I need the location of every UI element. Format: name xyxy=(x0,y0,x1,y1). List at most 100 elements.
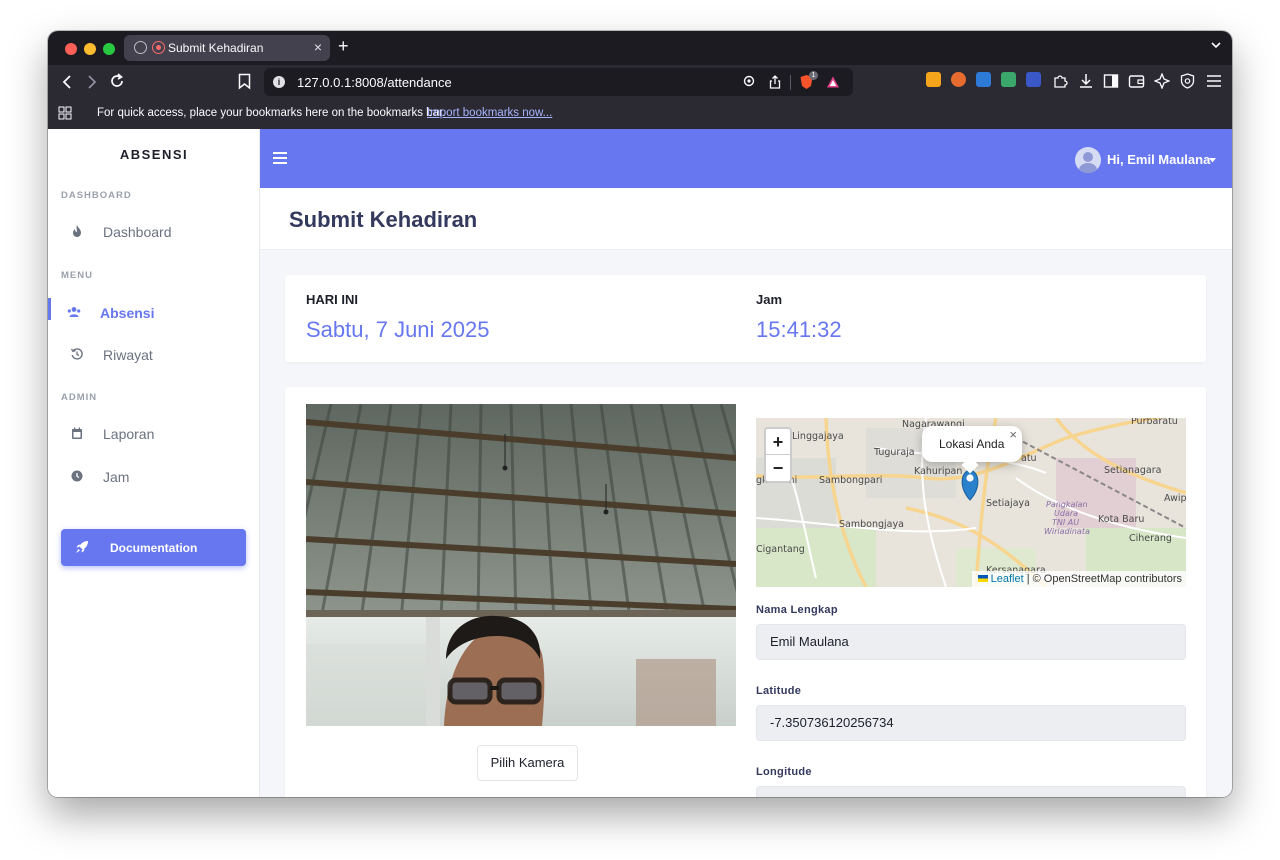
url-text[interactable]: 127.0.0.1:8008/attendance xyxy=(297,75,452,90)
nav-bar: i 127.0.0.1:8008/attendance 1 xyxy=(48,65,1232,99)
sidebar-item-jam[interactable]: Jam xyxy=(48,460,260,494)
map-label-cigantang: Cigantang xyxy=(756,544,805,555)
browser-window: Submit Kehadiran × + i 127.0.0.1:8008/at… xyxy=(48,31,1232,797)
documentation-button[interactable]: Documentation xyxy=(61,529,246,566)
section-heading-admin: ADMIN xyxy=(61,392,98,403)
user-dropdown[interactable]: Hi, Emil Maulana xyxy=(1075,147,1216,173)
extensions-puzzle-icon[interactable] xyxy=(1052,73,1068,89)
date-time-card: HARI INI Sabtu, 7 Juni 2025 Jam 15:41:32 xyxy=(285,275,1206,362)
time-value: 15:41:32 xyxy=(756,317,842,342)
popup-text: Lokasi Anda xyxy=(939,437,1005,451)
name-field[interactable]: Emil Maulana xyxy=(756,624,1186,660)
camera-feed-image xyxy=(306,404,736,726)
ukraine-flag-icon xyxy=(977,575,988,582)
caret-down-icon xyxy=(1209,158,1216,163)
divider xyxy=(790,75,791,90)
globe-icon xyxy=(134,41,147,54)
map-label-tniau: TNI AU xyxy=(1052,518,1079,527)
map-label-awipari: Awipar xyxy=(1164,493,1186,504)
today-value: Sabtu, 7 Juni 2025 xyxy=(306,317,490,342)
extension-blue-icon[interactable] xyxy=(1026,72,1041,87)
map-attribution: Leaflet | © OpenStreetMap contributors xyxy=(971,571,1186,587)
info-icon[interactable]: i xyxy=(273,76,285,88)
maximize-window-button[interactable] xyxy=(103,43,115,55)
brave-rewards-icon[interactable] xyxy=(826,75,840,89)
menu-icon[interactable] xyxy=(1206,74,1222,88)
location-map[interactable]: Nagarawangi Purbaratu Linggajaya Tuguraj… xyxy=(756,418,1186,587)
sidebar-item-absensi[interactable]: Absensi xyxy=(48,296,260,330)
osm-attribution: | © OpenStreetMap contributors xyxy=(1026,573,1182,585)
sidebar-item-label: Jam xyxy=(103,469,130,485)
longitude-label: Longitude xyxy=(756,766,812,778)
longitude-field[interactable] xyxy=(756,786,1186,797)
vpn-shield-icon[interactable] xyxy=(1180,73,1195,89)
hamburger-menu-icon[interactable] xyxy=(273,151,287,165)
extension-grid-icon[interactable] xyxy=(926,72,941,87)
map-label-kahuripan: Kahuripan xyxy=(914,466,962,477)
minimize-window-button[interactable] xyxy=(84,43,96,55)
today-label: HARI INI xyxy=(306,292,358,307)
tab-close-button[interactable]: × xyxy=(314,39,322,55)
shield-badge: 1 xyxy=(809,71,818,80)
top-navbar: Hi, Emil Maulana xyxy=(260,129,1232,188)
leaflet-link[interactable]: Leaflet xyxy=(991,573,1024,585)
bookmark-icon[interactable] xyxy=(238,73,251,90)
map-label-sambongpari: Sambongpari xyxy=(819,475,882,486)
sidebar-item-riwayat[interactable]: Riwayat xyxy=(48,338,260,372)
leo-ai-icon[interactable] xyxy=(1154,73,1170,89)
users-icon xyxy=(67,307,81,317)
share-icon[interactable] xyxy=(768,75,782,89)
download-icon[interactable] xyxy=(1078,73,1094,89)
reload-icon[interactable] xyxy=(109,73,125,89)
map-label-wiriadinata: Wiriadinata xyxy=(1044,527,1090,536)
map-zoom-control: + − xyxy=(764,427,792,483)
calendar-icon xyxy=(72,427,82,439)
map-label-setianagara: Setianagara xyxy=(1104,465,1161,476)
clock-icon xyxy=(71,470,83,482)
import-bookmarks-link[interactable]: Import bookmarks now... xyxy=(427,107,552,119)
popup-close-button[interactable]: × xyxy=(1009,427,1017,442)
chevron-down-icon[interactable] xyxy=(1210,39,1222,51)
name-label: Nama Lengkap xyxy=(756,604,838,616)
browser-tab[interactable]: Submit Kehadiran × xyxy=(124,35,330,61)
wallet-icon[interactable] xyxy=(1128,73,1145,89)
section-header: Submit Kehadiran xyxy=(260,188,1232,250)
sidebar: ABSENSI DASHBOARD Dashboard MENU Absensi… xyxy=(48,129,260,797)
back-icon[interactable] xyxy=(60,74,74,90)
extension-fox-icon[interactable] xyxy=(951,72,966,87)
documentation-label: Documentation xyxy=(110,541,198,555)
close-window-button[interactable] xyxy=(65,43,77,55)
map-label-setiajaya: Setiajaya xyxy=(986,498,1030,509)
apps-grid-icon[interactable] xyxy=(58,106,72,120)
new-tab-button[interactable]: + xyxy=(338,36,349,57)
map-label-atu: atu xyxy=(1021,453,1037,464)
sidebar-item-label: Laporan xyxy=(103,426,155,442)
extension-fi-icon[interactable] xyxy=(976,72,991,87)
map-popup: Lokasi Anda × xyxy=(922,426,1022,474)
map-label-ciherang: Ciherang xyxy=(1129,533,1172,544)
user-greeting: Hi, Emil Maulana xyxy=(1107,152,1211,167)
attendance-form-card: Pilih Kamera Nagarawangi Purbaratu Lingg… xyxy=(285,387,1206,797)
zoom-out-button[interactable]: − xyxy=(766,455,790,481)
map-label-pangkalan: Pangkalan xyxy=(1046,500,1088,509)
tab-title: Submit Kehadiran xyxy=(168,41,264,55)
brand-logo[interactable]: ABSENSI xyxy=(48,147,260,162)
map-label-kotabaru: Kota Baru xyxy=(1098,514,1144,525)
sidebar-item-label: Riwayat xyxy=(103,347,153,363)
forward-icon[interactable] xyxy=(85,74,99,90)
camera-preview xyxy=(306,404,736,726)
sidebar-item-dashboard[interactable]: Dashboard xyxy=(48,215,260,249)
extension-green-icon[interactable] xyxy=(1001,72,1016,87)
sidebar-item-laporan[interactable]: Laporan xyxy=(48,417,260,451)
map-label-purbaratu: Purbaratu xyxy=(1131,418,1178,427)
page-title: Submit Kehadiran xyxy=(289,207,478,232)
section-heading-dashboard: DASHBOARD xyxy=(61,190,132,201)
latitude-field[interactable]: -7.350736120256734 xyxy=(756,705,1186,741)
sidebar-toggle-icon[interactable] xyxy=(1103,73,1119,89)
zoom-in-button[interactable]: + xyxy=(766,429,790,455)
location-pin-icon[interactable] xyxy=(742,75,756,89)
select-camera-button[interactable]: Pilih Kamera xyxy=(477,745,578,781)
address-bar[interactable]: i 127.0.0.1:8008/attendance 1 xyxy=(264,68,853,96)
sidebar-item-label: Dashboard xyxy=(103,224,172,240)
avatar xyxy=(1075,147,1101,173)
